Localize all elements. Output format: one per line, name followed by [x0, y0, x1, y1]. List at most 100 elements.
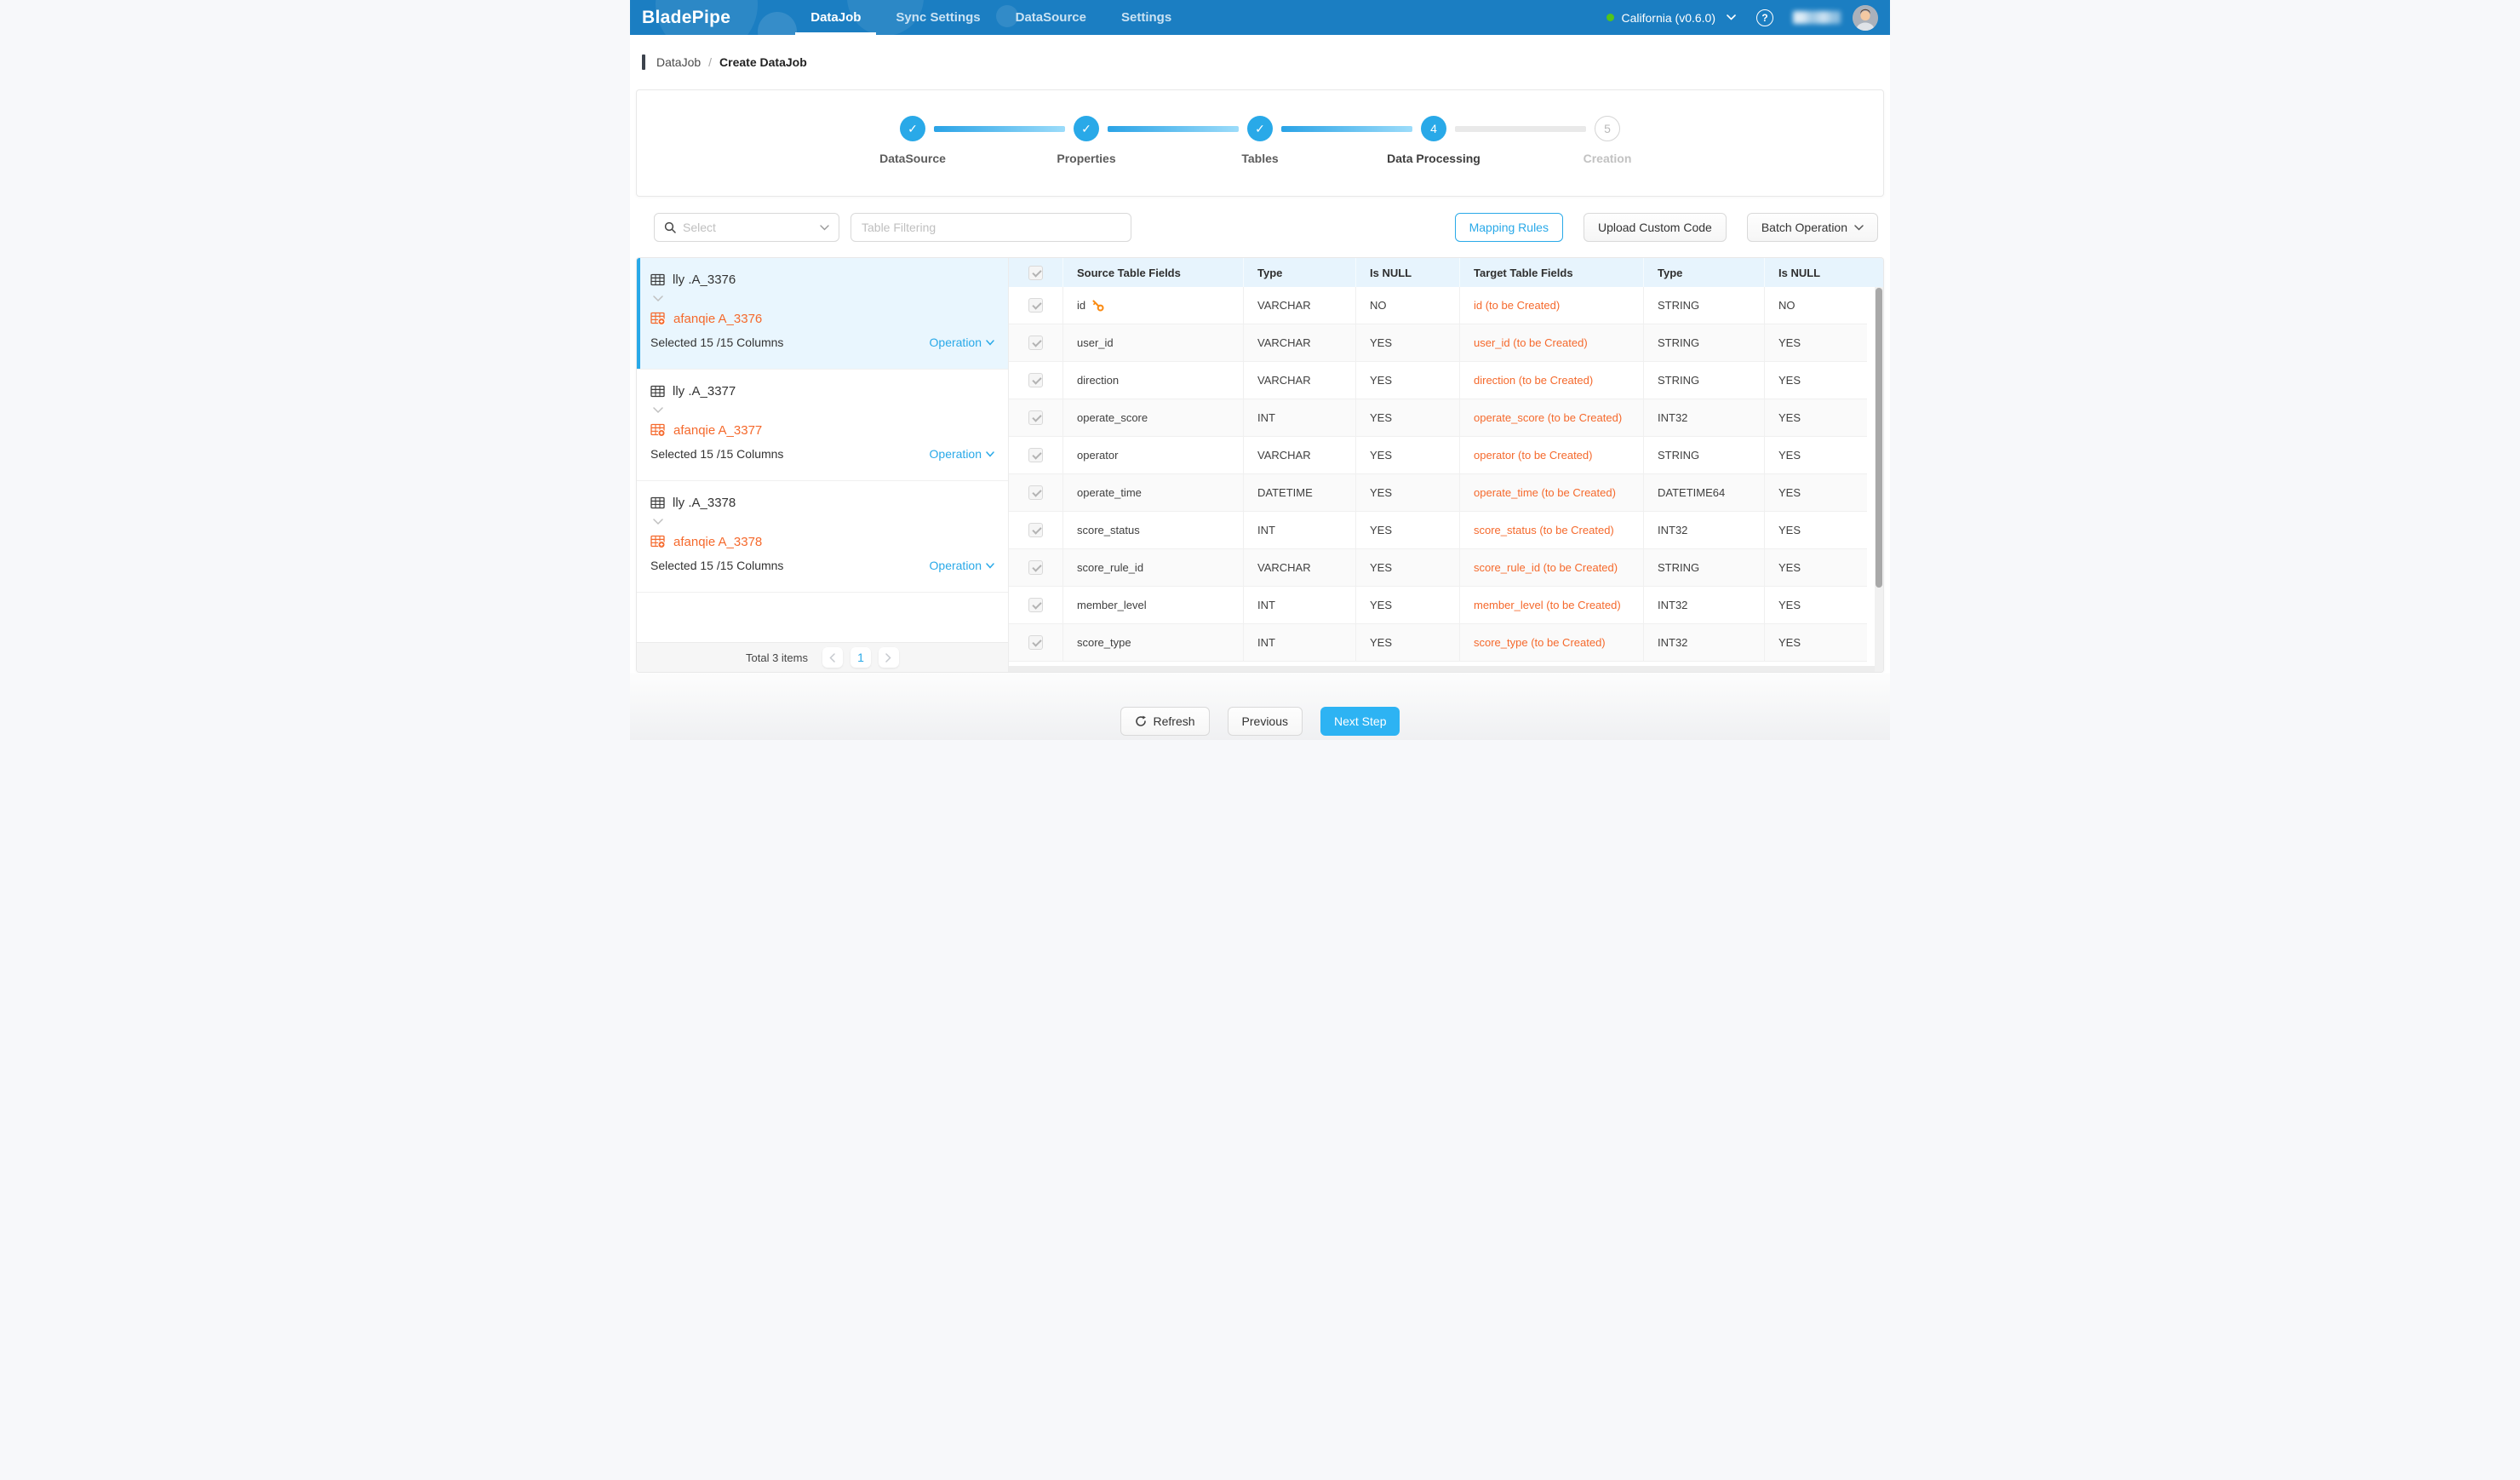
row-checkbox[interactable] [1009, 399, 1063, 436]
target-type-cell: STRING [1644, 362, 1765, 399]
source-field-name: operator [1077, 449, 1118, 462]
previous-button[interactable]: Previous [1228, 707, 1303, 736]
target-field-cell: score_type (to be Created) [1460, 624, 1644, 661]
status-dot [1606, 14, 1614, 21]
source-type-cell: VARCHAR [1244, 549, 1356, 586]
upload-custom-code-button[interactable]: Upload Custom Code [1584, 213, 1727, 242]
source-isnull-cell: YES [1356, 362, 1460, 399]
refresh-button[interactable]: Refresh [1120, 707, 1210, 736]
source-table-icon [650, 385, 665, 398]
table-row: score_type INT YES score_type (to be Cre… [1009, 624, 1867, 662]
mapping-rules-button[interactable]: Mapping Rules [1455, 213, 1563, 242]
row-checkbox[interactable] [1009, 549, 1063, 586]
row-checkbox[interactable] [1009, 512, 1063, 548]
table-pair-item[interactable]: lly .A_3377 afanqie A_3377 Selected 15 /… [637, 370, 1008, 481]
target-field-cell: direction (to be Created) [1460, 362, 1644, 399]
source-type-cell: INT [1244, 624, 1356, 661]
target-type-cell: INT32 [1644, 512, 1765, 548]
horizontal-scrollbar[interactable] [1009, 666, 1875, 672]
select-dropdown[interactable]: Select [654, 213, 839, 242]
target-isnull-cell: YES [1765, 624, 1867, 661]
step-circle: ✓ [900, 116, 925, 141]
step-connector [1108, 126, 1239, 132]
batch-operation-button[interactable]: Batch Operation [1747, 213, 1878, 242]
table-pair-item[interactable]: lly .A_3378 afanqie A_3378 Selected 15 /… [637, 481, 1008, 593]
source-type-cell: VARCHAR [1244, 324, 1356, 361]
wizard-steps: ✓ DataSource ✓ Properties ✓ Tables [900, 116, 1620, 141]
col-header-target-isnull: Is NULL [1765, 258, 1867, 287]
source-field-name: operate_time [1077, 486, 1142, 499]
target-isnull-cell: NO [1765, 287, 1867, 324]
mapping-content-card: lly .A_3376 afanqie A_3376 Selected 15 /… [636, 257, 1884, 673]
table-filtering-input[interactable] [850, 213, 1131, 242]
source-field-name: member_level [1077, 599, 1147, 611]
wizard-footer: Refresh Previous Next Step [630, 673, 1890, 740]
source-isnull-cell: YES [1356, 474, 1460, 511]
nav-tab[interactable]: Settings [1118, 0, 1175, 35]
target-table-name: afanqie A_3376 [673, 312, 762, 326]
row-checkbox[interactable] [1009, 474, 1063, 511]
app-window: BladePipe DataJob Sync Settings DataSour… [630, 0, 1890, 740]
select-all-checkbox[interactable] [1009, 258, 1063, 287]
operation-dropdown[interactable]: Operation [930, 447, 994, 461]
next-step-button[interactable]: Next Step [1320, 707, 1400, 736]
target-type-cell: STRING [1644, 324, 1765, 361]
target-type-cell: INT32 [1644, 587, 1765, 623]
nav-tab[interactable]: DataSource [1012, 0, 1090, 35]
chevron-down-icon[interactable] [1727, 14, 1736, 20]
target-type-cell: STRING [1644, 549, 1765, 586]
step-circle: 4 [1421, 116, 1446, 141]
source-type-cell: VARCHAR [1244, 437, 1356, 473]
target-type-cell: INT32 [1644, 399, 1765, 436]
table-pair-item[interactable]: lly .A_3376 afanqie A_3376 Selected 15 /… [637, 258, 1008, 370]
row-checkbox[interactable] [1009, 324, 1063, 361]
row-checkbox[interactable] [1009, 362, 1063, 399]
source-type-cell: DATETIME [1244, 474, 1356, 511]
breadcrumb-parent[interactable]: DataJob [656, 55, 701, 69]
source-table-icon [650, 496, 665, 509]
table-row: id VARCHAR NO id (to be Created) STRING … [1009, 287, 1867, 324]
row-checkbox[interactable] [1009, 624, 1063, 661]
nav-tab[interactable]: Sync Settings [892, 0, 983, 35]
source-field-name: user_id [1077, 336, 1114, 349]
target-table-add-icon [650, 535, 666, 548]
target-type-cell: DATETIME64 [1644, 474, 1765, 511]
source-isnull-cell: YES [1356, 587, 1460, 623]
target-isnull-cell: YES [1765, 512, 1867, 548]
source-isnull-cell: YES [1356, 399, 1460, 436]
pagination-page-1[interactable]: 1 [850, 647, 871, 668]
operation-dropdown[interactable]: Operation [930, 336, 994, 349]
selected-columns-label: Selected 15 /15 Columns [650, 447, 783, 461]
table-row: score_status INT YES score_status (to be… [1009, 512, 1867, 549]
pagination-prev-button[interactable] [822, 647, 843, 668]
source-isnull-cell: YES [1356, 549, 1460, 586]
target-isnull-cell: YES [1765, 437, 1867, 473]
target-field-cell: operate_score (to be Created) [1460, 399, 1644, 436]
source-isnull-cell: YES [1356, 437, 1460, 473]
top-navbar: BladePipe DataJob Sync Settings DataSour… [630, 0, 1890, 35]
source-isnull-cell: YES [1356, 624, 1460, 661]
operation-dropdown[interactable]: Operation [930, 559, 994, 572]
source-field-name: score_type [1077, 636, 1131, 649]
pagination-next-button[interactable] [879, 647, 899, 668]
source-isnull-cell: YES [1356, 324, 1460, 361]
table-pairs-sidebar: lly .A_3376 afanqie A_3376 Selected 15 /… [637, 258, 1009, 672]
row-checkbox[interactable] [1009, 437, 1063, 473]
target-type-cell: STRING [1644, 437, 1765, 473]
target-field-cell: user_id (to be Created) [1460, 324, 1644, 361]
breadcrumb-accent-bar [642, 54, 645, 70]
nav-tab[interactable]: DataJob [807, 0, 864, 35]
selected-columns-label: Selected 15 /15 Columns [650, 559, 783, 572]
select-placeholder: Select [683, 221, 820, 234]
target-isnull-cell: YES [1765, 362, 1867, 399]
help-icon[interactable]: ? [1756, 9, 1773, 26]
vertical-scrollbar[interactable] [1875, 287, 1883, 672]
row-checkbox[interactable] [1009, 587, 1063, 623]
target-field-cell: id (to be Created) [1460, 287, 1644, 324]
row-checkbox[interactable] [1009, 287, 1063, 324]
avatar[interactable] [1853, 5, 1878, 31]
chevron-down-icon [820, 225, 829, 231]
step-label: Data Processing [1387, 152, 1480, 165]
scrollbar-thumb[interactable] [1876, 288, 1882, 588]
chevron-down-icon [986, 563, 994, 569]
